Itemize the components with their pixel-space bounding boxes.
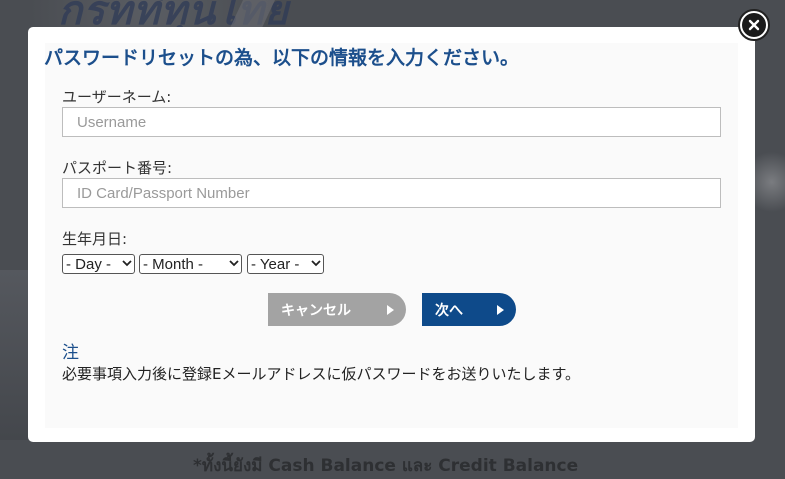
- background-footer-text: *ทั้งนี้ยังมี Cash Balance และ Credit Ba…: [193, 456, 579, 476]
- year-select[interactable]: - Year -: [247, 254, 324, 274]
- username-input[interactable]: [62, 107, 721, 137]
- month-select-value: - Month -: [143, 255, 204, 273]
- passport-number-input[interactable]: [62, 178, 721, 208]
- birthdate-label: 生年月日:: [62, 230, 128, 248]
- note-heading: 注: [62, 343, 79, 363]
- cancel-button-label: キャンセル: [281, 302, 351, 319]
- chevron-down-icon: [311, 259, 321, 270]
- username-label: ユーザーネーム:: [62, 88, 172, 106]
- next-button-label: 次へ: [435, 302, 463, 319]
- background-decoration-left: [0, 270, 30, 440]
- note-text: 必要事項入力後に登録Eメールアドレスに仮パスワードをお送りいたします。: [62, 365, 580, 383]
- month-select[interactable]: - Month -: [139, 254, 242, 274]
- dialog-title: パスワードリセットの為、以下の情報を入力ください。: [44, 47, 520, 69]
- close-button[interactable]: [738, 9, 770, 41]
- chevron-down-icon: [229, 259, 239, 270]
- day-select[interactable]: - Day -: [62, 254, 135, 274]
- play-arrow-icon: [387, 305, 394, 315]
- chevron-down-icon: [122, 259, 132, 270]
- close-icon: [742, 13, 766, 37]
- cancel-button[interactable]: キャンセル: [268, 293, 406, 326]
- day-select-value: - Day -: [66, 255, 111, 273]
- next-button[interactable]: 次へ: [422, 293, 516, 326]
- play-arrow-icon: [497, 305, 504, 315]
- year-select-value: - Year -: [251, 255, 300, 273]
- background-decoration-right: [752, 150, 785, 230]
- passport-label: パスポート番号:: [62, 159, 173, 177]
